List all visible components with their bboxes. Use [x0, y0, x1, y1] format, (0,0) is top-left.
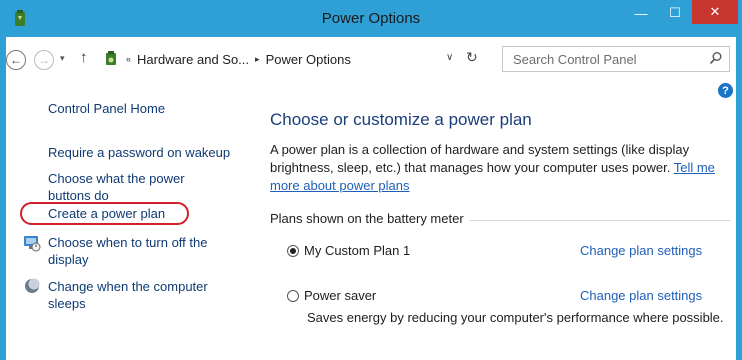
title-bar: Power Options — ☐ ✕	[0, 0, 742, 37]
control-panel-icon	[106, 51, 116, 65]
power-buttons-link[interactable]: Choose what the power buttons do	[48, 170, 218, 204]
description-text: A power plan is a collection of hardware…	[270, 142, 690, 175]
turn-off-display-link[interactable]: Choose when to turn off the display	[48, 234, 223, 268]
forward-arrow-icon: →	[38, 53, 50, 67]
plan-radio-power-saver[interactable]	[287, 290, 299, 302]
recent-locations-button[interactable]: ▾	[60, 53, 65, 64]
close-button[interactable]: ✕	[692, 0, 738, 24]
search-icon[interactable]	[709, 51, 723, 65]
require-password-link[interactable]: Require a password on wakeup	[48, 144, 230, 161]
plans-group-label: Plans shown on the battery meter	[270, 211, 470, 226]
back-arrow-icon: ←	[10, 53, 22, 67]
display-power-icon	[24, 236, 41, 252]
computer-sleeps-link[interactable]: Change when the computer sleeps	[48, 278, 228, 312]
control-panel-home-link[interactable]: Control Panel Home	[48, 100, 165, 117]
content-area: Control Panel Home Require a password on…	[6, 81, 736, 360]
back-button[interactable]: ←	[6, 50, 26, 70]
refresh-icon[interactable]: ↻	[466, 49, 478, 66]
page-description: A power plan is a collection of hardware…	[270, 141, 740, 195]
help-icon[interactable]: ?	[718, 83, 733, 98]
change-plan-settings-saver-link[interactable]: Change plan settings	[580, 288, 702, 303]
navigation-bar: ← → ▾ ↑ « Hardware and So... ▸ Power Opt…	[6, 37, 736, 81]
minimize-icon: —	[634, 5, 648, 21]
page-title: Choose or customize a power plan	[270, 110, 532, 129]
plan-radio-custom[interactable]	[287, 245, 299, 257]
address-bar[interactable]: « Hardware and So... ▸ Power Options	[98, 46, 488, 72]
breadcrumb-power-options[interactable]: Power Options	[266, 52, 351, 67]
search-input[interactable]	[511, 51, 695, 68]
plan-description-power-saver: Saves energy by reducing your computer's…	[307, 310, 724, 325]
create-power-plan-link[interactable]: Create a power plan	[48, 205, 165, 222]
plan-name-custom[interactable]: My Custom Plan 1	[304, 243, 410, 258]
left-pane: Control Panel Home Require a password on…	[6, 81, 246, 360]
minimize-button[interactable]: —	[624, 2, 658, 24]
forward-button[interactable]: →	[34, 50, 54, 70]
search-box[interactable]	[502, 46, 730, 72]
maximize-icon: ☐	[669, 5, 681, 20]
breadcrumb-separator-icon[interactable]: ▸	[255, 54, 260, 65]
up-button[interactable]: ↑	[80, 49, 88, 66]
sleep-moon-icon	[25, 278, 40, 293]
change-plan-settings-custom-link[interactable]: Change plan settings	[580, 243, 702, 258]
breadcrumb-hardware[interactable]: Hardware and So...	[137, 52, 249, 67]
breadcrumb-overflow-icon[interactable]: «	[126, 54, 131, 64]
plan-name-power-saver[interactable]: Power saver	[304, 288, 376, 303]
close-icon: ✕	[709, 4, 721, 19]
maximize-button[interactable]: ☐	[658, 2, 692, 24]
address-dropdown-icon[interactable]: ∨	[446, 52, 453, 63]
